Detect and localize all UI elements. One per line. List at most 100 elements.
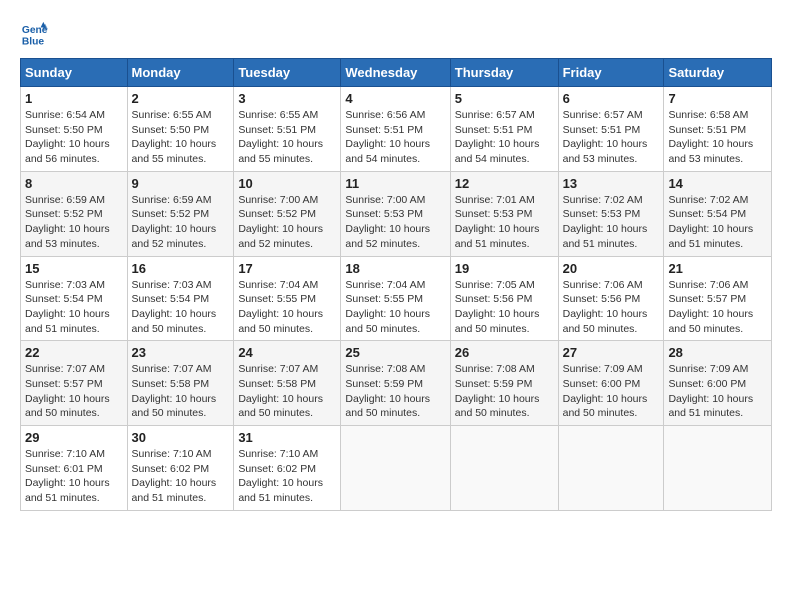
day-cell: 4 Sunrise: 6:56 AM Sunset: 5:51 PM Dayli… (341, 87, 450, 172)
day-cell: 15 Sunrise: 7:03 AM Sunset: 5:54 PM Dayl… (21, 256, 128, 341)
day-info: Sunrise: 7:07 AM Sunset: 5:58 PM Dayligh… (132, 362, 230, 421)
day-cell: 30 Sunrise: 7:10 AM Sunset: 6:02 PM Dayl… (127, 426, 234, 511)
day-info: Sunrise: 7:03 AM Sunset: 5:54 PM Dayligh… (25, 278, 123, 337)
day-info: Sunrise: 7:05 AM Sunset: 5:56 PM Dayligh… (455, 278, 554, 337)
column-header-friday: Friday (558, 59, 664, 87)
day-number: 3 (238, 91, 336, 106)
day-info: Sunrise: 7:08 AM Sunset: 5:59 PM Dayligh… (345, 362, 445, 421)
day-info: Sunrise: 7:01 AM Sunset: 5:53 PM Dayligh… (455, 193, 554, 252)
column-header-thursday: Thursday (450, 59, 558, 87)
day-info: Sunrise: 7:10 AM Sunset: 6:01 PM Dayligh… (25, 447, 123, 506)
day-cell: 1 Sunrise: 6:54 AM Sunset: 5:50 PM Dayli… (21, 87, 128, 172)
day-info: Sunrise: 7:07 AM Sunset: 5:58 PM Dayligh… (238, 362, 336, 421)
day-info: Sunrise: 7:03 AM Sunset: 5:54 PM Dayligh… (132, 278, 230, 337)
day-info: Sunrise: 7:02 AM Sunset: 5:53 PM Dayligh… (563, 193, 660, 252)
day-cell: 21 Sunrise: 7:06 AM Sunset: 5:57 PM Dayl… (664, 256, 772, 341)
day-number: 6 (563, 91, 660, 106)
day-number: 27 (563, 345, 660, 360)
day-info: Sunrise: 6:59 AM Sunset: 5:52 PM Dayligh… (132, 193, 230, 252)
day-info: Sunrise: 7:10 AM Sunset: 6:02 PM Dayligh… (238, 447, 336, 506)
column-header-tuesday: Tuesday (234, 59, 341, 87)
day-cell (664, 426, 772, 511)
day-info: Sunrise: 7:09 AM Sunset: 6:00 PM Dayligh… (563, 362, 660, 421)
day-cell: 29 Sunrise: 7:10 AM Sunset: 6:01 PM Dayl… (21, 426, 128, 511)
header-row: SundayMondayTuesdayWednesdayThursdayFrid… (21, 59, 772, 87)
day-number: 18 (345, 261, 445, 276)
page-header: General Blue (20, 20, 772, 48)
week-row-3: 15 Sunrise: 7:03 AM Sunset: 5:54 PM Dayl… (21, 256, 772, 341)
day-cell: 9 Sunrise: 6:59 AM Sunset: 5:52 PM Dayli… (127, 171, 234, 256)
calendar-table: SundayMondayTuesdayWednesdayThursdayFrid… (20, 58, 772, 511)
day-number: 29 (25, 430, 123, 445)
day-number: 1 (25, 91, 123, 106)
day-cell (341, 426, 450, 511)
day-number: 23 (132, 345, 230, 360)
column-header-monday: Monday (127, 59, 234, 87)
day-cell: 23 Sunrise: 7:07 AM Sunset: 5:58 PM Dayl… (127, 341, 234, 426)
week-row-1: 1 Sunrise: 6:54 AM Sunset: 5:50 PM Dayli… (21, 87, 772, 172)
week-row-5: 29 Sunrise: 7:10 AM Sunset: 6:01 PM Dayl… (21, 426, 772, 511)
day-info: Sunrise: 6:58 AM Sunset: 5:51 PM Dayligh… (668, 108, 767, 167)
day-number: 21 (668, 261, 767, 276)
day-number: 15 (25, 261, 123, 276)
day-info: Sunrise: 6:54 AM Sunset: 5:50 PM Dayligh… (25, 108, 123, 167)
day-cell: 5 Sunrise: 6:57 AM Sunset: 5:51 PM Dayli… (450, 87, 558, 172)
day-number: 31 (238, 430, 336, 445)
day-info: Sunrise: 7:07 AM Sunset: 5:57 PM Dayligh… (25, 362, 123, 421)
day-cell: 10 Sunrise: 7:00 AM Sunset: 5:52 PM Dayl… (234, 171, 341, 256)
day-cell: 7 Sunrise: 6:58 AM Sunset: 5:51 PM Dayli… (664, 87, 772, 172)
day-number: 26 (455, 345, 554, 360)
day-info: Sunrise: 7:04 AM Sunset: 5:55 PM Dayligh… (238, 278, 336, 337)
day-number: 17 (238, 261, 336, 276)
day-cell: 13 Sunrise: 7:02 AM Sunset: 5:53 PM Dayl… (558, 171, 664, 256)
day-number: 19 (455, 261, 554, 276)
week-row-2: 8 Sunrise: 6:59 AM Sunset: 5:52 PM Dayli… (21, 171, 772, 256)
day-info: Sunrise: 7:06 AM Sunset: 5:57 PM Dayligh… (668, 278, 767, 337)
day-number: 24 (238, 345, 336, 360)
day-number: 5 (455, 91, 554, 106)
day-cell: 11 Sunrise: 7:00 AM Sunset: 5:53 PM Dayl… (341, 171, 450, 256)
column-header-saturday: Saturday (664, 59, 772, 87)
day-number: 8 (25, 176, 123, 191)
column-header-sunday: Sunday (21, 59, 128, 87)
day-cell: 17 Sunrise: 7:04 AM Sunset: 5:55 PM Dayl… (234, 256, 341, 341)
day-cell: 19 Sunrise: 7:05 AM Sunset: 5:56 PM Dayl… (450, 256, 558, 341)
day-info: Sunrise: 6:59 AM Sunset: 5:52 PM Dayligh… (25, 193, 123, 252)
day-cell (450, 426, 558, 511)
day-info: Sunrise: 7:06 AM Sunset: 5:56 PM Dayligh… (563, 278, 660, 337)
day-number: 9 (132, 176, 230, 191)
day-number: 28 (668, 345, 767, 360)
day-info: Sunrise: 7:00 AM Sunset: 5:53 PM Dayligh… (345, 193, 445, 252)
day-cell: 31 Sunrise: 7:10 AM Sunset: 6:02 PM Dayl… (234, 426, 341, 511)
day-cell (558, 426, 664, 511)
day-number: 10 (238, 176, 336, 191)
column-header-wednesday: Wednesday (341, 59, 450, 87)
day-number: 4 (345, 91, 445, 106)
day-cell: 22 Sunrise: 7:07 AM Sunset: 5:57 PM Dayl… (21, 341, 128, 426)
day-cell: 2 Sunrise: 6:55 AM Sunset: 5:50 PM Dayli… (127, 87, 234, 172)
week-row-4: 22 Sunrise: 7:07 AM Sunset: 5:57 PM Dayl… (21, 341, 772, 426)
svg-text:Blue: Blue (22, 36, 45, 47)
day-cell: 12 Sunrise: 7:01 AM Sunset: 5:53 PM Dayl… (450, 171, 558, 256)
day-number: 7 (668, 91, 767, 106)
day-info: Sunrise: 7:04 AM Sunset: 5:55 PM Dayligh… (345, 278, 445, 337)
day-info: Sunrise: 6:57 AM Sunset: 5:51 PM Dayligh… (455, 108, 554, 167)
day-number: 2 (132, 91, 230, 106)
day-info: Sunrise: 7:09 AM Sunset: 6:00 PM Dayligh… (668, 362, 767, 421)
day-number: 25 (345, 345, 445, 360)
day-cell: 28 Sunrise: 7:09 AM Sunset: 6:00 PM Dayl… (664, 341, 772, 426)
day-info: Sunrise: 7:08 AM Sunset: 5:59 PM Dayligh… (455, 362, 554, 421)
day-info: Sunrise: 7:00 AM Sunset: 5:52 PM Dayligh… (238, 193, 336, 252)
day-cell: 27 Sunrise: 7:09 AM Sunset: 6:00 PM Dayl… (558, 341, 664, 426)
day-info: Sunrise: 7:10 AM Sunset: 6:02 PM Dayligh… (132, 447, 230, 506)
logo: General Blue (20, 20, 52, 48)
day-cell: 8 Sunrise: 6:59 AM Sunset: 5:52 PM Dayli… (21, 171, 128, 256)
day-info: Sunrise: 7:02 AM Sunset: 5:54 PM Dayligh… (668, 193, 767, 252)
day-cell: 20 Sunrise: 7:06 AM Sunset: 5:56 PM Dayl… (558, 256, 664, 341)
day-number: 20 (563, 261, 660, 276)
day-cell: 24 Sunrise: 7:07 AM Sunset: 5:58 PM Dayl… (234, 341, 341, 426)
day-number: 13 (563, 176, 660, 191)
day-info: Sunrise: 6:56 AM Sunset: 5:51 PM Dayligh… (345, 108, 445, 167)
day-cell: 6 Sunrise: 6:57 AM Sunset: 5:51 PM Dayli… (558, 87, 664, 172)
day-cell: 26 Sunrise: 7:08 AM Sunset: 5:59 PM Dayl… (450, 341, 558, 426)
